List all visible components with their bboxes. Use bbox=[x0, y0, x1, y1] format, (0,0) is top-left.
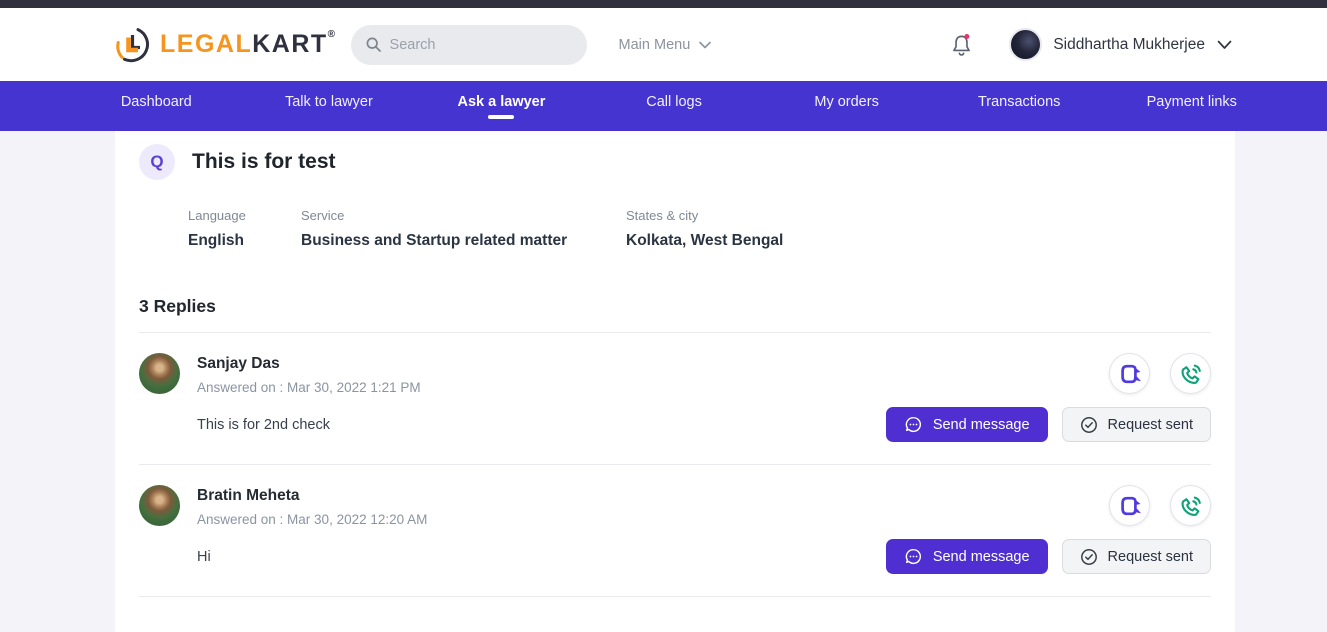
answered-on-text: Answered on : Mar 30, 2022 1:21 PM bbox=[197, 380, 421, 395]
reply-header: Sanjay Das Answered on : Mar 30, 2022 1:… bbox=[139, 353, 1211, 395]
check-circle-icon bbox=[1080, 548, 1098, 566]
search-input[interactable] bbox=[390, 37, 573, 53]
chevron-down-icon bbox=[699, 41, 711, 49]
chat-circle-button[interactable] bbox=[1109, 353, 1150, 394]
meta-label: Language bbox=[188, 208, 301, 223]
lawyer-name: Sanjay Das bbox=[197, 355, 421, 373]
meta-states-city: States & city Kolkata, West Bengal bbox=[626, 208, 783, 250]
phone-call-icon bbox=[1178, 361, 1203, 386]
main-menu-label: Main Menu bbox=[619, 37, 691, 53]
reply-item: Sanjay Das Answered on : Mar 30, 2022 1:… bbox=[139, 333, 1211, 465]
notification-bell-icon[interactable] bbox=[950, 32, 973, 58]
nav-item-ask-a-lawyer[interactable]: Ask a lawyer bbox=[415, 81, 588, 131]
message-bubble-icon bbox=[904, 415, 923, 434]
nav-item-dashboard[interactable]: Dashboard bbox=[70, 81, 243, 131]
meta-value: Business and Startup related matter bbox=[301, 232, 626, 250]
answered-on-text: Answered on : Mar 30, 2022 12:20 AM bbox=[197, 512, 427, 527]
lawyer-avatar bbox=[139, 485, 180, 526]
question-title: This is for test bbox=[192, 150, 336, 174]
request-sent-button[interactable]: Request sent bbox=[1062, 539, 1211, 574]
nav-item-talk-to-lawyer[interactable]: Talk to lawyer bbox=[243, 81, 416, 131]
request-sent-button[interactable]: Request sent bbox=[1062, 407, 1211, 442]
message-bubble-icon bbox=[904, 547, 923, 566]
meta-language: Language English bbox=[188, 208, 301, 250]
reply-message: Hi bbox=[197, 549, 211, 565]
meta-label: Service bbox=[301, 208, 626, 223]
search-icon bbox=[365, 36, 382, 53]
nav-item-payment-links[interactable]: Payment links bbox=[1105, 81, 1278, 131]
legalkart-logo-icon bbox=[115, 26, 153, 64]
reply-body: This is for 2nd check Send message bbox=[197, 407, 1211, 442]
meta-value: Kolkata, West Bengal bbox=[626, 232, 783, 250]
header-right-group: Siddhartha Mukherjee bbox=[950, 28, 1232, 61]
nav-item-call-logs[interactable]: Call logs bbox=[588, 81, 761, 131]
top-strip bbox=[0, 0, 1327, 8]
search-bar[interactable] bbox=[351, 25, 587, 65]
call-circle-button[interactable] bbox=[1170, 485, 1211, 526]
user-menu-chevron-icon[interactable] bbox=[1217, 40, 1232, 50]
lawyer-name: Bratin Meheta bbox=[197, 487, 427, 505]
main-menu-dropdown[interactable]: Main Menu bbox=[619, 37, 712, 53]
reply-actions: Send message Request sent bbox=[886, 539, 1211, 574]
reply-contact-icons bbox=[1109, 485, 1211, 526]
meta-value: English bbox=[188, 232, 301, 250]
nav-item-transactions[interactable]: Transactions bbox=[933, 81, 1106, 131]
reply-body: Hi Send message bbox=[197, 539, 1211, 574]
legalkart-logo-text: LEGALKART® bbox=[160, 26, 337, 62]
replies-heading: 3 Replies bbox=[139, 296, 1211, 317]
reply-author: Bratin Meheta Answered on : Mar 30, 2022… bbox=[139, 485, 427, 527]
check-circle-icon bbox=[1080, 416, 1098, 434]
content-panel: Q This is for test Language English Serv… bbox=[115, 131, 1235, 632]
reply-message: This is for 2nd check bbox=[197, 417, 330, 433]
meta-label: States & city bbox=[626, 208, 783, 223]
main-nav: Dashboard Talk to lawyer Ask a lawyer Ca… bbox=[0, 81, 1327, 131]
chat-icon bbox=[1118, 362, 1142, 386]
send-message-button[interactable]: Send message bbox=[886, 407, 1048, 442]
question-header: Q This is for test bbox=[139, 144, 1211, 180]
reply-header: Bratin Meheta Answered on : Mar 30, 2022… bbox=[139, 485, 1211, 527]
divider bbox=[139, 596, 1211, 597]
user-avatar[interactable] bbox=[1009, 28, 1042, 61]
reply-item: Bratin Meheta Answered on : Mar 30, 2022… bbox=[139, 465, 1211, 597]
call-circle-button[interactable] bbox=[1170, 353, 1211, 394]
meta-service: Service Business and Startup related mat… bbox=[301, 208, 626, 250]
lawyer-avatar bbox=[139, 353, 180, 394]
chat-circle-button[interactable] bbox=[1109, 485, 1150, 526]
app-header: LEGALKART® Main Menu Siddhartha Mukherje… bbox=[0, 8, 1327, 81]
nav-item-my-orders[interactable]: My orders bbox=[760, 81, 933, 131]
reply-contact-icons bbox=[1109, 353, 1211, 394]
question-meta: Language English Service Business and St… bbox=[188, 208, 1211, 250]
user-name: Siddhartha Mukherjee bbox=[1053, 36, 1205, 54]
main-nav-items: Dashboard Talk to lawyer Ask a lawyer Ca… bbox=[70, 81, 1278, 131]
reply-actions: Send message Request sent bbox=[886, 407, 1211, 442]
question-badge: Q bbox=[139, 144, 175, 180]
send-message-button[interactable]: Send message bbox=[886, 539, 1048, 574]
legalkart-logo[interactable]: LEGALKART® bbox=[115, 26, 337, 64]
chat-icon bbox=[1118, 494, 1142, 518]
phone-call-icon bbox=[1178, 493, 1203, 518]
reply-author: Sanjay Das Answered on : Mar 30, 2022 1:… bbox=[139, 353, 421, 395]
